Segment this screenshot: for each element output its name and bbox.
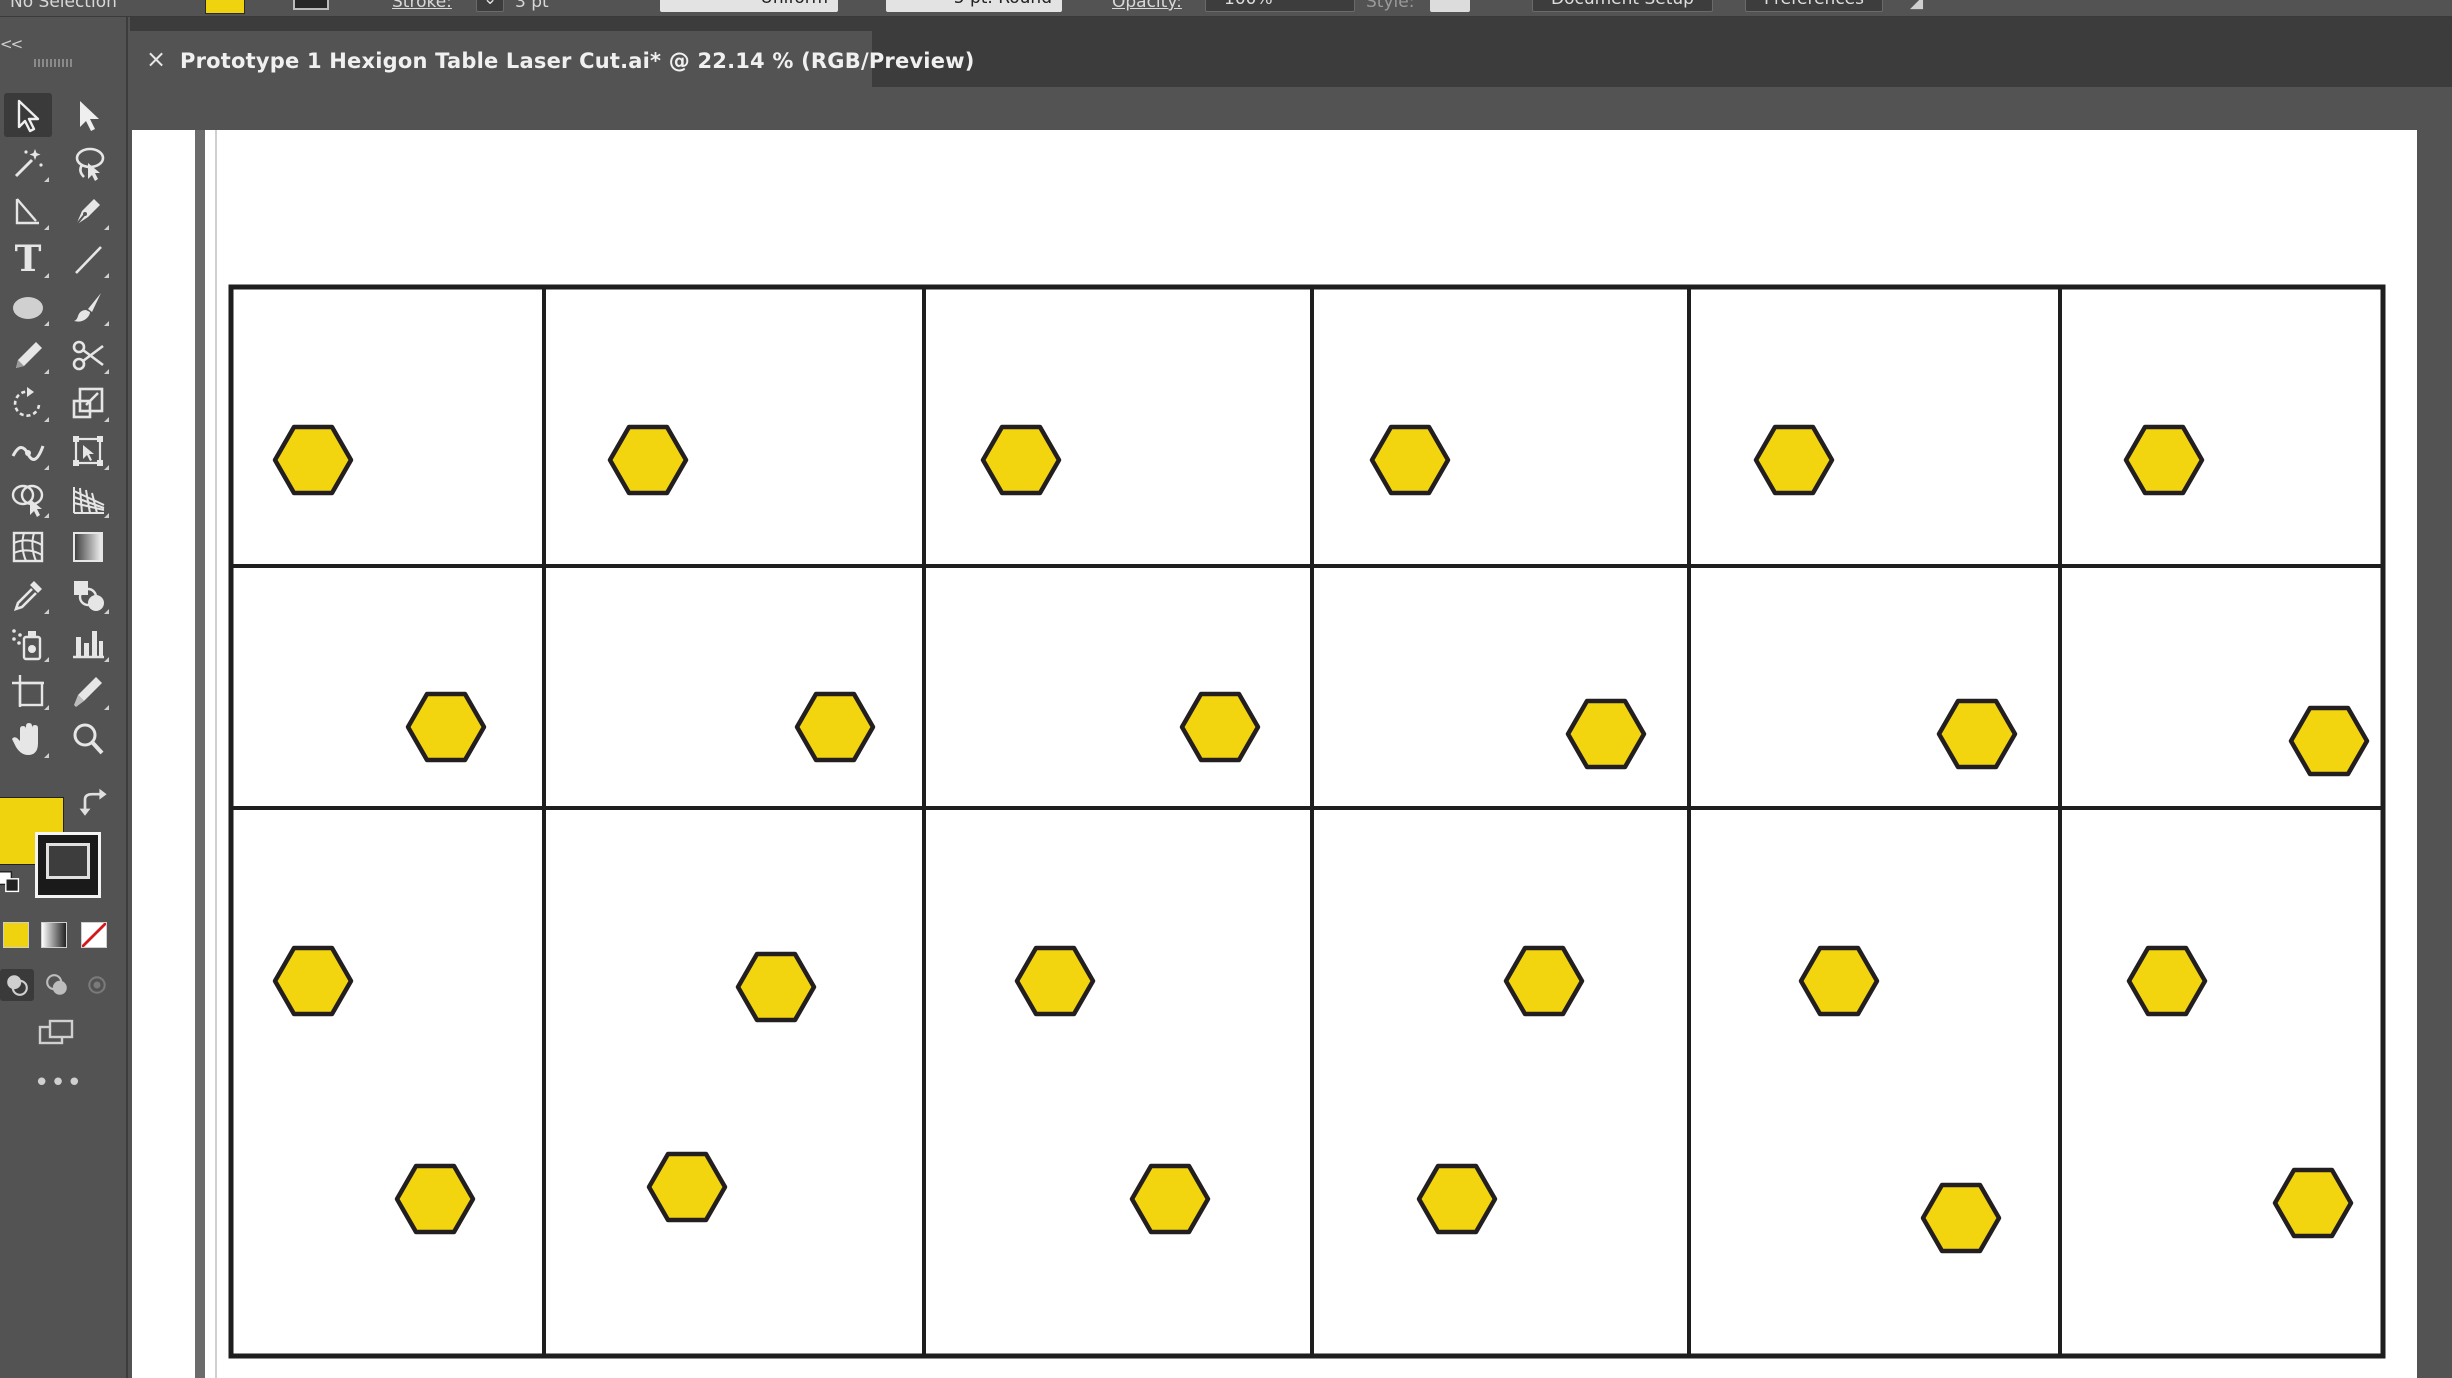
hexagon-shape[interactable] (2288, 705, 2370, 777)
perspective-grid-tool-icon[interactable] (64, 477, 112, 521)
zoom-tool-icon[interactable] (64, 717, 112, 761)
column-graph-tool-icon[interactable] (64, 621, 112, 665)
scissors-tool-icon[interactable] (64, 333, 112, 377)
hand-tool-icon[interactable] (4, 717, 52, 761)
document-tab-bar: × Prototype 1 Hexigon Table Laser Cut.ai… (130, 17, 2452, 88)
draw-inside-icon[interactable] (80, 969, 114, 1001)
tools-panel: << T ••• (0, 17, 128, 1378)
selection-tool-icon[interactable] (4, 93, 52, 137)
hexagon-shape[interactable] (1014, 945, 1096, 1017)
rotate-tool-icon[interactable] (4, 381, 52, 425)
hexagon-shape[interactable] (2123, 424, 2205, 496)
hexagon-shape[interactable] (1416, 1163, 1498, 1235)
collapse-panel-icon[interactable]: << (0, 35, 23, 53)
hexagon-shape[interactable] (405, 691, 487, 763)
color-mode-button[interactable] (3, 922, 29, 948)
canvas-area[interactable] (130, 87, 2452, 1378)
hexagon-shape[interactable] (607, 424, 689, 496)
direct-selection-tool-icon[interactable] (64, 93, 112, 137)
selection-label: No Selection (10, 0, 117, 12)
edit-toolbar-icon[interactable]: ••• (34, 1070, 83, 1096)
ellipse-tool-icon[interactable] (4, 285, 52, 329)
style-swatch[interactable] (1430, 0, 1470, 12)
screen-mode-icon[interactable] (32, 1013, 80, 1053)
lasso-tool-icon[interactable] (64, 141, 112, 185)
gradient-mode-button[interactable] (41, 922, 67, 948)
pen-tool-icon[interactable] (64, 189, 112, 233)
panel-grip[interactable] (34, 59, 74, 67)
hexagon-shape[interactable] (1920, 1182, 2002, 1254)
opacity-value[interactable]: 100% (1205, 0, 1355, 12)
hexagon-shape[interactable] (980, 424, 1062, 496)
hexagon-shape[interactable] (646, 1151, 728, 1223)
arrange-documents-icon[interactable]: ◢ (1910, 0, 1923, 12)
gradient-tool-icon[interactable] (64, 525, 112, 569)
close-tab-icon[interactable]: × (146, 45, 166, 73)
stroke-color-box[interactable] (35, 832, 101, 898)
stroke-label[interactable]: Stroke: (392, 0, 452, 12)
direct-selection-path-icon[interactable] (4, 189, 52, 233)
stroke-color-swatch[interactable] (293, 0, 329, 10)
hexagon-shape[interactable] (1179, 691, 1261, 763)
hexagon-shape[interactable] (1565, 698, 1647, 770)
stroke-weight-value[interactable]: 3 pt (515, 0, 549, 12)
hexagon-shape[interactable] (1129, 1163, 1211, 1235)
scale-tool-icon[interactable] (64, 381, 112, 425)
stroke-weight-stepper[interactable]: ⌄ (476, 0, 505, 12)
draw-normal-icon[interactable] (0, 969, 34, 1001)
document-tab[interactable]: × Prototype 1 Hexigon Table Laser Cut.ai… (130, 31, 974, 88)
width-tool-icon[interactable] (4, 429, 52, 473)
default-colors-icon[interactable] (0, 869, 24, 897)
document-setup-button[interactable]: Document Setup (1532, 0, 1713, 12)
hexagon-shape[interactable] (794, 691, 876, 763)
hexagon-shape[interactable] (1936, 698, 2018, 770)
hexagon-shape[interactable] (1503, 945, 1585, 1017)
mesh-tool-icon[interactable] (4, 525, 52, 569)
draw-behind-icon[interactable] (40, 969, 74, 1001)
eyedropper-tool-icon[interactable] (4, 573, 52, 617)
magic-wand-tool-icon[interactable] (4, 141, 52, 185)
hexagon-shape[interactable] (2272, 1167, 2354, 1239)
hexagon-shape[interactable] (272, 424, 354, 496)
free-transform-tool-icon[interactable] (64, 429, 112, 473)
slice-tool-icon[interactable] (64, 669, 112, 713)
fill-color-swatch[interactable] (205, 0, 245, 14)
hexagon-shape[interactable] (1798, 945, 1880, 1017)
line-segment-tool-icon[interactable] (64, 237, 112, 281)
preferences-button[interactable]: Preferences (1745, 0, 1883, 12)
hexagon-shape[interactable] (2126, 945, 2208, 1017)
hexagon-table-artwork[interactable] (130, 87, 2452, 1378)
opacity-label[interactable]: Opacity: (1112, 0, 1182, 12)
artboard-tool-icon[interactable] (4, 669, 52, 713)
blend-tool-icon[interactable] (64, 573, 112, 617)
swap-fill-stroke-icon[interactable] (76, 787, 112, 823)
symbol-sprayer-tool-icon[interactable] (4, 621, 52, 665)
variable-width-profile[interactable]: Uniform (660, 0, 838, 12)
control-bar: No Selection Stroke: ⌄ 3 pt Uniform 5 pt… (0, 0, 2452, 17)
pencil-tool-icon[interactable] (4, 333, 52, 377)
hexagon-shape[interactable] (1753, 424, 1835, 496)
shape-builder-tool-icon[interactable] (4, 477, 52, 521)
style-label: Style: (1366, 0, 1415, 12)
hexagon-shape[interactable] (735, 951, 817, 1023)
hexagon-shape[interactable] (1369, 424, 1451, 496)
paintbrush-tool-icon[interactable] (64, 285, 112, 329)
hexagon-shape[interactable] (394, 1163, 476, 1235)
hexagon-shape[interactable] (272, 945, 354, 1017)
type-tool-icon[interactable]: T (4, 237, 52, 281)
brush-definition[interactable]: 5 pt. Round (886, 0, 1062, 12)
document-tab-title[interactable]: Prototype 1 Hexigon Table Laser Cut.ai* … (180, 49, 975, 73)
none-mode-button[interactable] (81, 922, 107, 948)
